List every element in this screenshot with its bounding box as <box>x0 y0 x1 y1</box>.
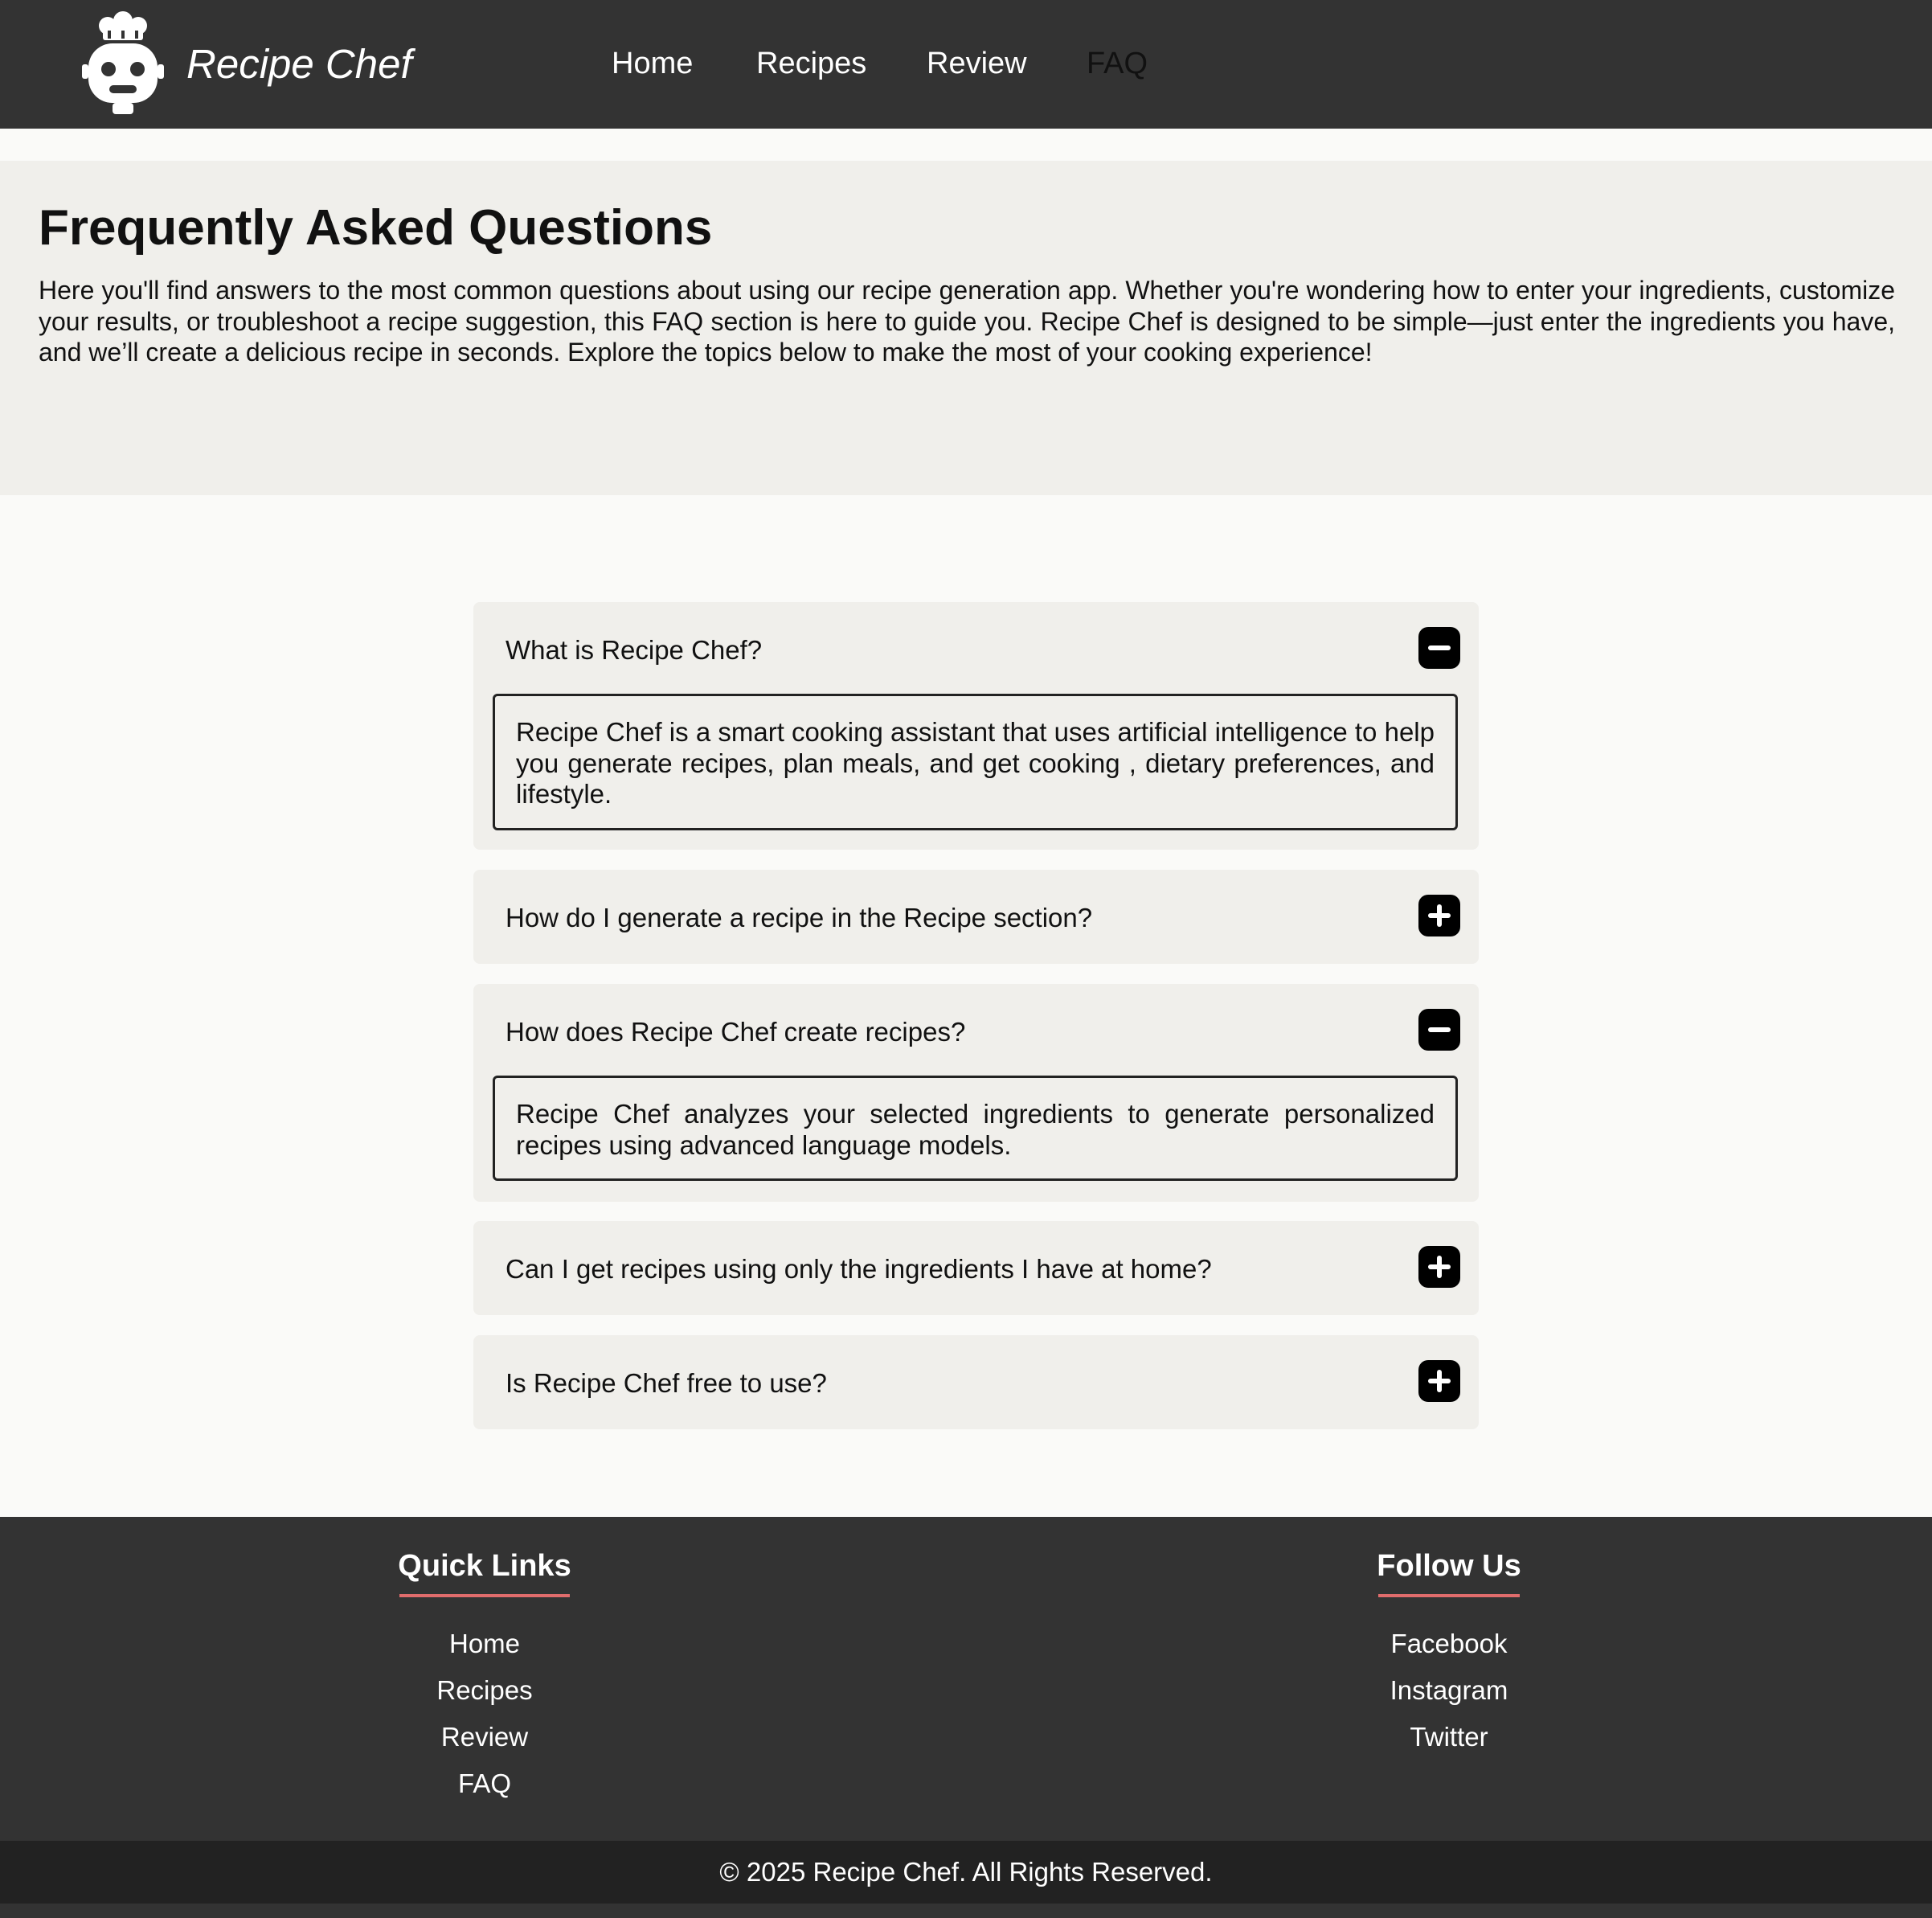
quick-links-title: Quick Links <box>398 1549 571 1583</box>
faq-question[interactable]: How do I generate a recipe in the Recipe… <box>506 902 1092 934</box>
faq-item: Can I get recipes using only the ingredi… <box>473 1221 1479 1315</box>
plus-icon[interactable] <box>1418 1360 1460 1402</box>
footer-link-twitter[interactable]: Twitter <box>1288 1721 1610 1753</box>
title-underline <box>1378 1594 1520 1597</box>
footer-link-instagram[interactable]: Instagram <box>1288 1674 1610 1707</box>
footer-link-home[interactable]: Home <box>324 1628 645 1660</box>
site-header: Recipe Chef Home Recipes Review FAQ <box>0 0 1932 129</box>
page-title: Frequently Asked Questions <box>39 200 713 256</box>
faq-item: How do I generate a recipe in the Recipe… <box>473 870 1479 964</box>
nav-home[interactable]: Home <box>612 45 693 82</box>
faq-intro: Frequently Asked Questions Here you'll f… <box>0 161 1932 495</box>
title-underline <box>399 1594 570 1597</box>
minus-icon[interactable] <box>1418 1009 1460 1051</box>
chef-robot-icon[interactable] <box>79 11 167 117</box>
faq-question[interactable]: Can I get recipes using only the ingredi… <box>506 1253 1212 1285</box>
faq-item: Is Recipe Chef free to use? <box>473 1335 1479 1429</box>
plus-icon[interactable] <box>1418 1246 1460 1288</box>
plus-icon[interactable] <box>1418 895 1460 936</box>
faq-answer-text: Recipe Chef is a smart cooking assistant… <box>516 717 1435 809</box>
nav-recipes[interactable]: Recipes <box>756 45 866 82</box>
footer-link-recipes[interactable]: Recipes <box>324 1674 645 1707</box>
faq-question[interactable]: What is Recipe Chef? <box>506 634 762 666</box>
faq-answer: Recipe Chef is a smart cooking assistant… <box>493 694 1458 830</box>
footer-link-review[interactable]: Review <box>324 1721 645 1753</box>
faq-item: What is Recipe Chef? Recipe Chef is a sm… <box>473 602 1479 850</box>
faq-question[interactable]: Is Recipe Chef free to use? <box>506 1367 827 1400</box>
brand-name[interactable]: Recipe Chef <box>186 40 412 88</box>
minus-icon[interactable] <box>1418 627 1460 669</box>
nav-review[interactable]: Review <box>927 45 1027 82</box>
faq-answer-text: Recipe Chef analyzes your selected ingre… <box>516 1099 1435 1160</box>
footer-link-faq[interactable]: FAQ <box>324 1768 645 1800</box>
faq-item: How does Recipe Chef create recipes? Rec… <box>473 984 1479 1202</box>
follow-us-title: Follow Us <box>1377 1549 1521 1583</box>
nav-faq[interactable]: FAQ <box>1087 45 1148 82</box>
footer-bottom-strip <box>0 1904 1932 1918</box>
intro-text: Here you'll find answers to the most com… <box>39 276 1895 367</box>
footer-link-facebook[interactable]: Facebook <box>1288 1628 1610 1660</box>
faq-question[interactable]: How does Recipe Chef create recipes? <box>506 1016 965 1048</box>
copyright: © 2025 Recipe Chef. All Rights Reserved. <box>0 1841 1932 1904</box>
site-footer: Quick Links Home Recipes Review FAQ Foll… <box>0 1517 1932 1841</box>
faq-answer: Recipe Chef analyzes your selected ingre… <box>493 1076 1458 1181</box>
